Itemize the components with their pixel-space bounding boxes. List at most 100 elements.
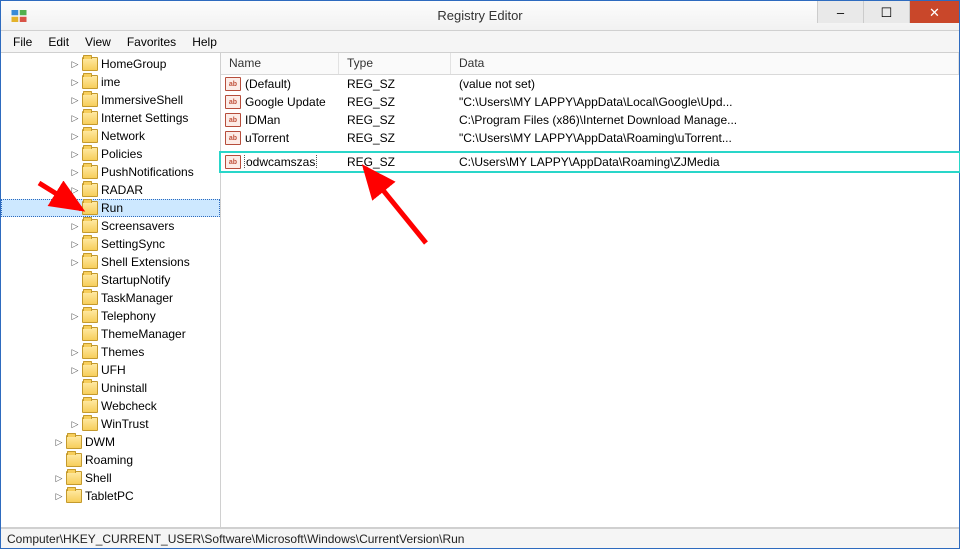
expander-icon[interactable]: ▷ (69, 76, 81, 88)
tree-scrollarea[interactable]: ▷HomeGroup▷ime▷ImmersiveShell▷Internet S… (1, 53, 220, 527)
expander-icon[interactable]: ▷ (69, 112, 81, 124)
tree-pane: ▷HomeGroup▷ime▷ImmersiveShell▷Internet S… (1, 53, 221, 527)
tree-node-thememanager[interactable]: ThemeManager (1, 325, 220, 343)
menu-edit[interactable]: Edit (40, 33, 77, 51)
registry-value-row[interactable]: ab Google Update REG_SZ"C:\Users\MY LAPPY\… (221, 93, 959, 111)
column-header-type[interactable]: Type (339, 53, 451, 74)
folder-icon (82, 75, 98, 89)
folder-icon (66, 489, 82, 503)
tree-node-ime[interactable]: ▷ ime (1, 73, 220, 91)
tree-node-homegroup[interactable]: ▷ HomeGroup (1, 55, 220, 73)
folder-icon (82, 255, 98, 269)
tree-node-shell-extensions[interactable]: ▷Shell Extensions (1, 253, 220, 271)
expander-icon (69, 202, 81, 214)
expander-icon[interactable]: ▷ (69, 310, 81, 322)
menu-file[interactable]: File (5, 33, 40, 51)
value-name: odwcamszas (245, 155, 316, 169)
tree-node-label: Internet Settings (101, 111, 188, 125)
folder-icon (82, 291, 98, 305)
expander-icon[interactable]: ▷ (69, 256, 81, 268)
tree-node-ufh[interactable]: ▷UFH (1, 361, 220, 379)
menu-view[interactable]: View (77, 33, 119, 51)
expander-icon[interactable]: ▷ (69, 364, 81, 376)
menu-help[interactable]: Help (184, 33, 225, 51)
tree-node-themes[interactable]: ▷Themes (1, 343, 220, 361)
expander-icon[interactable]: ▷ (53, 436, 65, 448)
tree-node-label: StartupNotify (101, 273, 170, 287)
menu-favorites[interactable]: Favorites (119, 33, 184, 51)
folder-icon (82, 327, 98, 341)
tree-node-label: DWM (85, 435, 115, 449)
expander-icon[interactable]: ▷ (69, 166, 81, 178)
folder-icon (82, 237, 98, 251)
registry-value-row[interactable]: abuTorrentREG_SZ"C:\Users\MY LAPPY\AppDa… (221, 129, 959, 147)
list-header: Name Type Data (221, 53, 959, 75)
tree-node-pushnotifications[interactable]: ▷PushNotifications (1, 163, 220, 181)
expander-icon[interactable]: ▷ (69, 418, 81, 430)
tree-node-label: SettingSync (101, 237, 165, 251)
expander-icon[interactable]: ▷ (69, 346, 81, 358)
tree-node-dwm[interactable]: ▷ DWM (1, 433, 220, 451)
folder-icon (82, 147, 98, 161)
tree-node-telephony[interactable]: ▷Telephony (1, 307, 220, 325)
expander-icon[interactable]: ▷ (53, 490, 65, 502)
registry-value-row[interactable]: abodwcamszasREG_SZC:\Users\MY LAPPY\AppD… (221, 153, 959, 171)
expander-icon[interactable]: ▷ (69, 58, 81, 70)
value-type: REG_SZ (339, 155, 451, 169)
expander-icon[interactable]: ▷ (69, 130, 81, 142)
statusbar: Computer\HKEY_CURRENT_USER\Software\Micr… (1, 528, 959, 548)
close-button[interactable]: ✕ (909, 1, 959, 23)
tree-node-shell[interactable]: ▷Shell (1, 469, 220, 487)
tree-node-wintrust[interactable]: ▷WinTrust (1, 415, 220, 433)
annotation-arrow-row (351, 158, 431, 248)
value-data: C:\Program Files (x86)\Internet Download… (451, 113, 959, 127)
folder-icon (82, 399, 98, 413)
folder-icon (82, 165, 98, 179)
tree-node-policies[interactable]: ▷ Policies (1, 145, 220, 163)
column-header-data[interactable]: Data (451, 53, 959, 74)
tree-node-label: Roaming (85, 453, 133, 467)
expander-icon (69, 382, 81, 394)
tree-node-settingsync[interactable]: ▷ SettingSync (1, 235, 220, 253)
tree-node-tabletpc[interactable]: ▷ TabletPC (1, 487, 220, 505)
app-icon (9, 6, 29, 26)
tree-node-label: Policies (101, 147, 142, 161)
registry-value-row[interactable]: abIDManREG_SZC:\Program Files (x86)\Inte… (221, 111, 959, 129)
value-name: Google Update (245, 95, 326, 109)
expander-icon[interactable]: ▷ (69, 184, 81, 196)
value-data: "C:\Users\MY LAPPY\AppData\Local\Google\… (451, 95, 959, 109)
expander-icon[interactable]: ▷ (69, 94, 81, 106)
tree-node-radar[interactable]: ▷RADAR (1, 181, 220, 199)
value-name: uTorrent (245, 131, 289, 145)
column-header-name[interactable]: Name (221, 53, 339, 74)
tree-node-immersiveshell[interactable]: ▷ImmersiveShell (1, 91, 220, 109)
tree-node-screensavers[interactable]: ▷Screensavers (1, 217, 220, 235)
tree-node-network[interactable]: ▷Network (1, 127, 220, 145)
expander-icon[interactable]: ▷ (69, 148, 81, 160)
tree-node-run[interactable]: Run (1, 199, 220, 217)
tree-node-uninstall[interactable]: Uninstall (1, 379, 220, 397)
tree-node-label: TabletPC (85, 489, 134, 503)
value-data: "C:\Users\MY LAPPY\AppData\Roaming\uTorr… (451, 131, 959, 145)
tree-node-label: HomeGroup (101, 57, 166, 71)
tree-node-webcheck[interactable]: Webcheck (1, 397, 220, 415)
tree-node-taskmanager[interactable]: TaskManager (1, 289, 220, 307)
registry-value-row[interactable]: ab(Default)REG_SZ(value not set) (221, 75, 959, 93)
expander-icon[interactable]: ▷ (53, 472, 65, 484)
expander-icon (53, 454, 65, 466)
minimize-button[interactable]: – (817, 1, 863, 23)
expander-icon (69, 328, 81, 340)
folder-icon (82, 129, 98, 143)
value-type: REG_SZ (339, 95, 451, 109)
expander-icon[interactable]: ▷ (69, 238, 81, 250)
string-value-icon: ab (225, 95, 241, 109)
tree-node-roaming[interactable]: Roaming (1, 451, 220, 469)
maximize-button[interactable]: ☐ (863, 1, 909, 23)
tree-node-label: ime (101, 75, 120, 89)
window-frame: Registry Editor – ☐ ✕ File Edit View Fav… (0, 0, 960, 549)
expander-icon[interactable]: ▷ (69, 220, 81, 232)
tree-node-internet-settings[interactable]: ▷ Internet Settings (1, 109, 220, 127)
titlebar[interactable]: Registry Editor – ☐ ✕ (1, 1, 959, 31)
expander-icon (69, 274, 81, 286)
tree-node-startupnotify[interactable]: StartupNotify (1, 271, 220, 289)
